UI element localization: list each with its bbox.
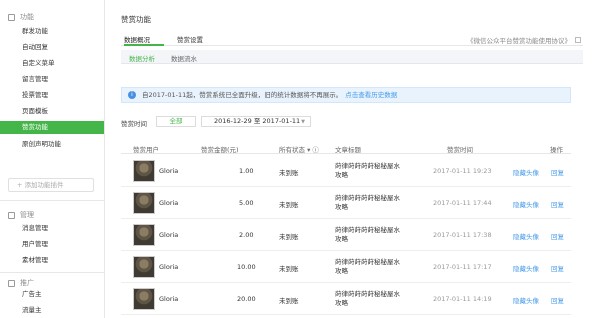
avatar bbox=[133, 288, 155, 310]
page-title: 赞赏功能 bbox=[121, 15, 151, 24]
tab-data-overview[interactable]: 数据概况 bbox=[124, 34, 150, 44]
hide-avatar-link[interactable]: 隐藏头像 bbox=[513, 231, 539, 241]
avatar bbox=[133, 160, 155, 182]
amount: 1.00 bbox=[239, 167, 254, 175]
amount: 20.00 bbox=[237, 295, 256, 303]
hide-avatar-link[interactable]: 隐藏头像 bbox=[513, 263, 539, 273]
article-title[interactable]: 莳律莳莳莳莳秘秘屋水 攻略 bbox=[335, 226, 400, 244]
amount: 2.00 bbox=[239, 231, 254, 239]
sidebar-item-advertiser[interactable]: 广告主 bbox=[0, 288, 104, 301]
article-title[interactable]: 莳律莳莳莳莳秘秘屋水 攻略 bbox=[335, 162, 400, 180]
status: 未到账 bbox=[279, 265, 299, 273]
table-row: Gloria 20.00 未到账 莳律莳莳莳莳秘秘屋水 攻略 2017-01-1… bbox=[121, 283, 571, 315]
filter-all-button[interactable]: 全部 bbox=[156, 116, 196, 127]
reward-time: 2017-01-11 17:44 bbox=[433, 199, 492, 207]
agreement-link[interactable]: 《微信公众平台赞赏功能使用协议》 bbox=[467, 35, 581, 45]
reply-link[interactable]: 回复 bbox=[551, 263, 564, 273]
sidebar-group-promote: 推广 bbox=[8, 278, 34, 288]
reply-link[interactable]: 回复 bbox=[551, 295, 564, 305]
reward-time: 2017-01-11 19:23 bbox=[433, 167, 492, 175]
user-name: Gloria bbox=[159, 295, 179, 303]
user-name: Gloria bbox=[159, 199, 179, 207]
reward-time: 2017-01-11 17:17 bbox=[433, 263, 492, 271]
hide-avatar-link[interactable]: 隐藏头像 bbox=[513, 295, 539, 305]
article-title[interactable]: 莳律莳莳莳莳秘秘屋水 攻略 bbox=[335, 290, 400, 308]
status: 未到账 bbox=[279, 169, 299, 177]
reply-link[interactable]: 回复 bbox=[551, 199, 564, 209]
column-header-user: 赞赏用户 bbox=[133, 146, 159, 154]
amount: 10.00 bbox=[237, 263, 256, 271]
column-header-actions: 操作 bbox=[550, 146, 563, 154]
column-header-time: 赞赏时间 bbox=[447, 146, 473, 154]
avatar bbox=[133, 224, 155, 246]
sidebar-item-votes[interactable]: 投票管理 bbox=[0, 89, 104, 102]
main-content: 赞赏功能 数据概况 赞赏设置 《微信公众平台赞赏功能使用协议》 数据分析 数据流… bbox=[106, 0, 595, 318]
sidebar-item-users[interactable]: 用户管理 bbox=[0, 238, 104, 251]
history-data-link[interactable]: 点击查看历史数据 bbox=[345, 91, 397, 99]
active-tab-indicator bbox=[124, 44, 164, 46]
sidebar-item-materials[interactable]: 素材管理 bbox=[0, 254, 104, 267]
subtab-bar: 数据分析 数据流水 bbox=[121, 50, 583, 64]
table-row: Gloria 2.00 未到账 莳律莳莳莳莳秘秘屋水 攻略 2017-01-11… bbox=[121, 219, 571, 251]
tab-reward-settings[interactable]: 赞赏设置 bbox=[177, 34, 203, 44]
function-icon bbox=[8, 13, 15, 21]
user-name: Gloria bbox=[159, 263, 179, 271]
user-name: Gloria bbox=[159, 167, 179, 175]
sidebar-divider bbox=[0, 200, 104, 201]
table-header: 赞赏用户 赞赏金额(元) 所有状态 ▾ ⓘ 文章标题 赞赏时间 操作 bbox=[121, 142, 571, 154]
article-title[interactable]: 莳律莳莳莳莳秘秘屋水 攻略 bbox=[335, 258, 400, 276]
reward-time: 2017-01-11 14:19 bbox=[433, 295, 492, 303]
status: 未到账 bbox=[279, 201, 299, 209]
agreement-checkbox[interactable] bbox=[575, 37, 581, 43]
sidebar-item-reward[interactable]: 赞赏功能 bbox=[0, 121, 104, 134]
status-filter-dropdown[interactable]: 所有状态 ▾ ⓘ bbox=[279, 144, 319, 154]
sidebar-item-mass-send[interactable]: 群发功能 bbox=[0, 25, 104, 38]
sidebar-group-function: 功能 bbox=[8, 12, 34, 22]
subtab-data-analysis[interactable]: 数据分析 bbox=[129, 53, 155, 63]
sidebar-item-page-template[interactable]: 页面模板 bbox=[0, 105, 104, 118]
sidebar-item-custom-menu[interactable]: 自定义菜单 bbox=[0, 57, 104, 70]
sidebar: 功能 群发功能 自动回复 自定义菜单 留言管理 投票管理 页面模板 赞赏功能 原… bbox=[0, 0, 105, 318]
promote-icon bbox=[8, 279, 15, 287]
sidebar-item-messages[interactable]: 消息管理 bbox=[0, 222, 104, 235]
status: 未到账 bbox=[279, 233, 299, 241]
time-filter: 赞赏时间 全部 2016-12-29 至 2017-01-11 ▼ bbox=[121, 116, 421, 128]
avatar bbox=[133, 256, 155, 278]
hide-avatar-link[interactable]: 隐藏头像 bbox=[513, 199, 539, 209]
table-row: Gloria 1.00 未到账 莳律莳莳莳莳秘秘屋水 攻略 2017-01-11… bbox=[121, 155, 571, 187]
avatar bbox=[133, 192, 155, 214]
column-header-amount: 赞赏金额(元) bbox=[201, 146, 239, 154]
article-title[interactable]: 莳律莳莳莳莳秘秘屋水 攻略 bbox=[335, 194, 400, 212]
help-icon: ⓘ bbox=[312, 146, 319, 154]
amount: 5.00 bbox=[239, 199, 254, 207]
sidebar-item-comments[interactable]: 留言管理 bbox=[0, 73, 104, 86]
user-name: Gloria bbox=[159, 231, 179, 239]
filter-label: 赞赏时间 bbox=[121, 120, 147, 128]
info-icon: i bbox=[128, 91, 136, 99]
hide-avatar-link[interactable]: 隐藏头像 bbox=[513, 167, 539, 177]
manage-icon bbox=[8, 211, 15, 219]
sidebar-item-traffic-owner[interactable]: 流量主 bbox=[0, 304, 104, 317]
status: 未到账 bbox=[279, 297, 299, 305]
table-row: Gloria 5.00 未到账 莳律莳莳莳莳秘秘屋水 攻略 2017-01-11… bbox=[121, 187, 571, 219]
add-plugin-button[interactable]: + 添加功能插件 bbox=[8, 178, 94, 192]
subtab-data-flow[interactable]: 数据流水 bbox=[171, 53, 197, 63]
reply-link[interactable]: 回复 bbox=[551, 167, 564, 177]
reward-time: 2017-01-11 17:38 bbox=[433, 231, 492, 239]
sidebar-divider bbox=[0, 272, 104, 273]
notice-text: 自2017-01-11起，赞赏系统已全面升级，旧的统计数据将不再展示。 bbox=[142, 91, 343, 99]
upgrade-notice: i 自2017-01-11起，赞赏系统已全面升级，旧的统计数据将不再展示。 点击查… bbox=[121, 87, 571, 103]
column-header-article: 文章标题 bbox=[335, 146, 361, 154]
date-range-picker[interactable]: 2016-12-29 至 2017-01-11 ▼ bbox=[201, 116, 311, 127]
sidebar-item-auto-reply[interactable]: 自动回复 bbox=[0, 41, 104, 54]
chevron-down-icon: ▼ bbox=[301, 119, 305, 125]
reply-link[interactable]: 回复 bbox=[551, 231, 564, 241]
table-row: Gloria 10.00 未到账 莳律莳莳莳莳秘秘屋水 攻略 2017-01-1… bbox=[121, 251, 571, 283]
sidebar-group-manage: 管理 bbox=[8, 210, 34, 220]
sidebar-item-original-declaration[interactable]: 原创声明功能 bbox=[0, 138, 104, 151]
